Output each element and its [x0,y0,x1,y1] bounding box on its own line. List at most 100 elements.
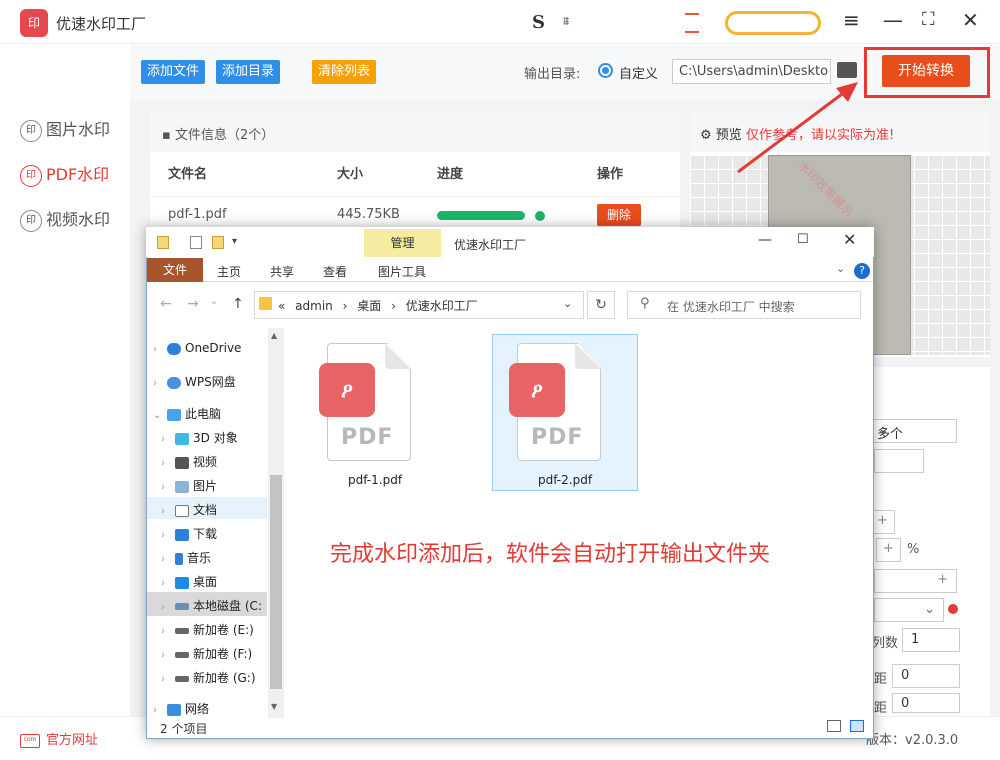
tab-picture-tools[interactable]: 图片工具 [378,263,426,280]
gap-label: 距 [874,672,888,687]
forward-icon[interactable]: → [187,296,199,312]
new-folder-icon[interactable] [212,236,224,249]
tree-item-drive-e[interactable]: › 新加卷 (E:) [161,621,254,638]
minimize-button[interactable]: — [883,8,903,32]
recent-dropdown-icon[interactable]: ⌄ [210,296,218,307]
explorer-caption: 优速水印工厂 [454,238,527,252]
tab-home[interactable]: 主页 [217,263,241,280]
file-icon: ▪ [162,128,175,143]
tree-item-desktop[interactable]: › 桌面 [161,573,217,590]
setting-field[interactable]: + [874,569,957,593]
custom-dir-radio-label[interactable]: 自定义 [619,63,658,82]
file-name-label[interactable]: pdf-2.pdf [538,473,592,487]
pictures-icon [175,480,189,493]
start-convert-button[interactable]: 开始转换 [882,55,970,87]
tree-item-documents[interactable]: › 文档 [161,501,217,518]
breadcrumb-overflow[interactable]: « [278,299,285,313]
gap-stepper[interactable]: 0 [892,664,960,688]
tree-item-drive-f[interactable]: › 新加卷 (F:) [161,645,252,662]
sidebar-item-image-watermark[interactable]: 印图片水印 [20,116,110,142]
gap-value: 0 [901,696,910,711]
sidebar-item-pdf-watermark[interactable]: 印 PDF水印 [20,161,109,187]
desktop-icon [175,576,189,589]
tree-item-downloads[interactable]: › 下载 [161,525,217,542]
close-button[interactable]: ✕ [962,8,979,32]
tree-item-wps[interactable]: › WPS网盘 [153,373,236,390]
tree-item-video[interactable]: › 视频 [161,453,217,470]
add-file-button[interactable]: 添加文件 [141,60,206,84]
tree-item-this-pc[interactable]: ⌄ 此电脑 [153,405,221,422]
mode-select[interactable]: 多个 ⌄ [868,419,957,443]
notification-mark-icon[interactable] [685,13,699,15]
maximize-button[interactable]: ⛶ [922,9,935,30]
address-dropdown-icon[interactable]: ⌄ [563,297,572,310]
status-bar [147,718,873,738]
tree-item-label: 新加卷 (G:) [193,671,256,685]
tab-file[interactable]: 文件 [147,258,203,282]
folder-icon[interactable] [837,62,857,78]
website-icon: com [20,733,40,748]
back-icon[interactable]: ← [160,296,172,312]
pdf-file-icon[interactable]: ዖ PDF [319,343,411,461]
tree-item-label: 图片 [193,479,218,493]
column-header-size: 大小 [337,167,364,182]
pdf-label: PDF [341,425,394,450]
tree-item-pictures[interactable]: › 图片 [161,477,217,494]
tree-item-music[interactable]: › 音乐 [161,549,211,566]
scroll-up-icon[interactable]: ▲ [271,331,277,340]
tree-item-onedrive[interactable]: › OneDrive [153,341,241,355]
login-button[interactable] [725,11,821,35]
pdf-file-icon[interactable]: ዖ PDF [509,343,601,461]
up-icon[interactable]: ↑ [232,296,244,312]
custom-dir-radio[interactable] [598,63,613,78]
tree-item-network[interactable]: › 网络 [153,700,209,717]
ribbon-expand-icon[interactable]: ⌄ [836,262,845,275]
quick-access-dropdown-icon[interactable]: ▾ [232,236,237,247]
sidebar-item-label: 视频水印 [46,210,111,229]
breadcrumb[interactable]: « admin › 桌面 › 优速水印工厂 [278,297,478,314]
plus-icon: + [937,572,948,587]
setting-select[interactable]: ⌄ [874,598,944,622]
refresh-button[interactable]: ↻ [587,291,615,319]
app-title: 优速水印工厂 [56,15,147,33]
gap-stepper[interactable]: 0 [892,693,960,713]
hamburger-icon[interactable]: ≡ [843,8,863,34]
properties-icon[interactable] [190,236,202,249]
notification-mark-icon[interactable] [685,31,699,33]
app-logo-icon: 印 [20,9,48,37]
tree-item-label: 新加卷 (E:) [193,623,254,637]
explorer-maximize-button[interactable]: ☐ [797,232,809,247]
tree-item-3d[interactable]: › 3D 对象 [161,429,238,446]
setting-field[interactable] [874,449,924,473]
file-name-label[interactable]: pdf-1.pdf [348,473,402,487]
gap-label: 距 [874,701,888,716]
breadcrumb-current[interactable]: 优速水印工厂 [406,299,478,313]
tab-view[interactable]: 查看 [323,263,347,280]
drive-icon [175,627,189,634]
output-dir-label: 输出目录: [524,67,581,82]
tab-manage[interactable]: 管理 [364,229,441,257]
skin-dropdown-icon[interactable]: ⩩ [563,14,569,29]
delete-button[interactable]: 删除 [597,204,641,226]
skin-icon[interactable]: S [532,12,545,33]
scroll-down-icon[interactable]: ▼ [271,702,277,711]
details-view-icon[interactable] [827,720,841,732]
clear-list-button[interactable]: 清除列表 [312,60,377,84]
breadcrumb-admin[interactable]: admin [295,299,333,313]
tree-item-drive-c[interactable]: › 本地磁盘 (C: [161,597,262,614]
breadcrumb-desktop[interactable]: 桌面 [357,299,381,313]
tree-item-drive-g[interactable]: › 新加卷 (G:) [161,669,256,686]
plus-button[interactable]: + [876,538,901,562]
search-icon: ⚲ [640,296,650,311]
help-icon[interactable]: ? [854,263,870,279]
sidebar-item-video-watermark[interactable]: 印视频水印 [20,206,110,232]
folder-icon[interactable] [157,236,169,249]
large-icons-view-icon[interactable] [850,720,864,732]
nav-scrollbar-thumb[interactable] [270,475,282,689]
tab-share[interactable]: 共享 [270,263,294,280]
explorer-minimize-button[interactable]: — [758,232,772,248]
add-directory-button[interactable]: 添加目录 [216,60,281,84]
explorer-close-button[interactable]: ✕ [843,230,856,249]
official-site-link[interactable]: com 官方网址 [20,729,98,748]
columns-stepper[interactable]: 1 [902,628,960,652]
